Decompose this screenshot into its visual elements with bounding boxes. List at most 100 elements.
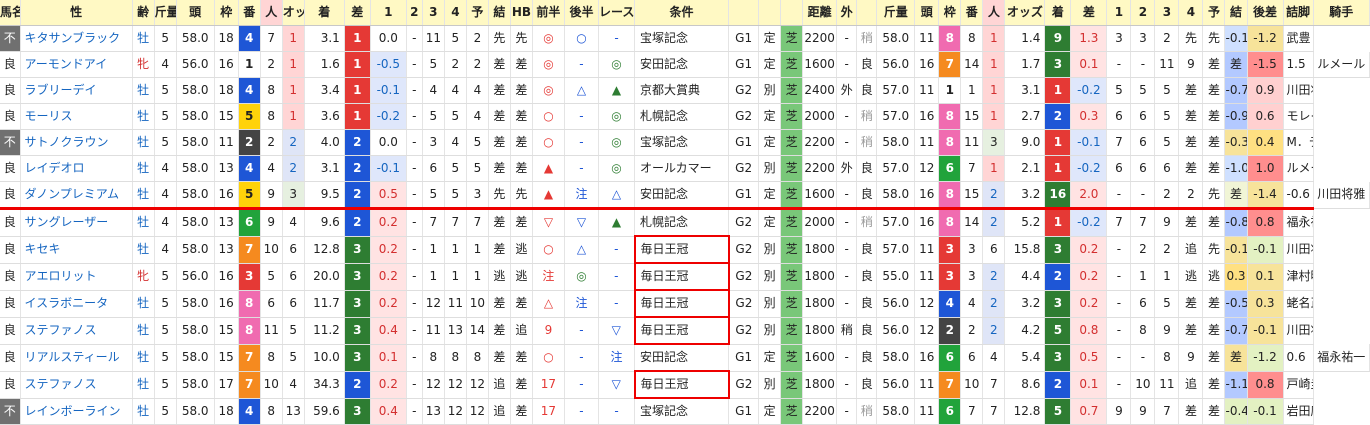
column-header[interactable]: 着 — [304, 0, 345, 26]
column-header[interactable]: 頭 — [914, 0, 940, 26]
cell[interactable]: サングレーザー — [20, 207, 133, 237]
column-header[interactable]: 2 — [406, 0, 423, 26]
cell: 1600 — [802, 181, 838, 209]
column-header[interactable]: 前半 — [532, 0, 565, 26]
column-header[interactable]: 騎手 — [1313, 0, 1370, 26]
cell: 芝 — [780, 207, 804, 237]
cell: 15 — [214, 103, 239, 130]
cell: - — [598, 398, 636, 425]
column-header[interactable]: 馬名 — [0, 0, 21, 26]
cell: 4 — [238, 77, 261, 104]
cell: 良 — [856, 51, 878, 78]
table-row[interactable]: 良ダノンプレミアム牡 4 58.0 16 5 9 3 9.5 2 0.5-5 5 3 先先 ▲ 注 △ 安田記念… — [0, 181, 1370, 209]
cell: 8 — [238, 290, 261, 318]
cell: ▽ — [564, 207, 599, 237]
cell: 2 — [466, 51, 489, 78]
table-row[interactable]: 良サングレーザー牡 4 58.0 13 6 9 4 9.6 2 0.2-7 7 7 差差 ▽ ▽ ▲ 札幌記念 G… — [0, 207, 1370, 237]
cell: 11 — [914, 25, 940, 52]
cell[interactable]: レインボーライン — [20, 398, 133, 425]
cell[interactable]: レイデオロ — [20, 155, 133, 182]
cell: 良 — [0, 155, 21, 182]
column-header[interactable]: 斤量 — [154, 0, 177, 26]
column-header[interactable]: 距離 — [802, 0, 838, 26]
cell[interactable]: キタサンブラック — [20, 25, 133, 52]
cell: 毎日王冠 — [633, 289, 730, 318]
cell: - — [564, 129, 599, 156]
table-row[interactable]: 不キタサンブラック牡 5 58.0 18 4 7 1 3.1 1 0.0-11 5 2 先先 ◎ ○ - 宝塚記… — [0, 25, 1370, 52]
column-header[interactable]: HB — [510, 0, 533, 26]
table-row[interactable]: 良モーリス牡 5 58.0 15 5 8 1 3.6 1 -0.2-5 5 4 差差 ○ - ◎ 札幌記念 G2 定… — [0, 103, 1370, 130]
column-header[interactable]: 枠 — [214, 0, 239, 26]
column-header[interactable]: 差 — [1070, 0, 1108, 26]
column-header[interactable]: 性 — [20, 0, 133, 26]
column-header[interactable] — [728, 0, 760, 26]
table-row[interactable]: 良レイデオロ牡 4 58.0 13 4 4 2 3.1 2 -0.1-6 5 5 差差 ▲ - ◎ オールカマー… — [0, 155, 1370, 182]
table-row[interactable]: 良イスラボニータ牡 5 58.0 16 8 6 6 11.7 3 0.2-12 11 10 差差 △ 注 - 毎… — [0, 289, 1370, 318]
column-header[interactable]: 枠 — [938, 0, 962, 26]
column-header[interactable]: 3 — [1154, 0, 1180, 26]
cell: - — [1130, 51, 1156, 78]
column-header[interactable]: 結 — [1224, 0, 1248, 26]
column-header[interactable]: 予 — [466, 0, 489, 26]
column-header[interactable]: 齢 — [132, 0, 155, 26]
column-header[interactable]: 2 — [1130, 0, 1156, 26]
column-header[interactable]: 4 — [1178, 0, 1204, 26]
cell[interactable]: モーリス — [20, 103, 133, 130]
cell[interactable]: ラブリーデイ — [20, 77, 133, 104]
cell: 川田将雅 — [1283, 236, 1314, 264]
cell[interactable]: リアルスティール — [20, 344, 133, 372]
column-header[interactable]: 斤量 — [876, 0, 916, 26]
column-header[interactable]: 4 — [444, 0, 467, 26]
column-header[interactable]: 着 — [1044, 0, 1072, 26]
column-header[interactable]: 1 — [1106, 0, 1132, 26]
column-header[interactable]: 3 — [422, 0, 445, 26]
column-header[interactable]: 条件 — [634, 0, 730, 26]
table-row[interactable]: 良アーモンドアイ牝 4 56.0 16 1 2 1 1.6 1 -0.5-5 2 2 差差 ◎ - ◎ 安田記念… — [0, 51, 1370, 78]
column-header[interactable]: オッズ — [282, 0, 305, 26]
cell[interactable]: アエロリット — [20, 263, 133, 291]
table-row[interactable]: 不レインボーライン牡 5 58.0 18 4 8 13 59.6 3 0.4-13 12 12 追差 17… — [0, 398, 1370, 425]
table-row[interactable]: 良リアルスティール牡 5 58.0 15 7 8 5 10.0 3 0.1-8 8 8 差差 ○ - 注安田記… — [0, 344, 1370, 372]
column-header[interactable]: オッズ — [1004, 0, 1046, 26]
cell: G2 — [728, 290, 760, 318]
column-header[interactable]: 人 — [260, 0, 283, 26]
cell: 17 — [532, 398, 565, 425]
column-header[interactable]: 1 — [370, 0, 407, 26]
column-header[interactable]: 後差 — [1247, 0, 1284, 26]
column-header[interactable] — [758, 0, 782, 26]
table-row[interactable]: 良ラブリーデイ牡 5 58.0 18 4 8 1 3.4 1 -0.1-4 4 4 差差 ◎ △ ▲ 京都大賞典… — [0, 77, 1370, 104]
column-header[interactable] — [780, 0, 804, 26]
cell[interactable]: イスラボニータ — [20, 290, 133, 318]
cell: -0.2 — [1070, 155, 1108, 182]
column-header[interactable]: 差 — [344, 0, 371, 26]
column-header[interactable]: 後半 — [564, 0, 599, 26]
cell: 5 — [444, 103, 467, 130]
column-header[interactable]: 番 — [960, 0, 984, 26]
table-row[interactable]: 良アエロリット牝 5 56.0 16 3 5 6 20.0 3 0.2-1 1 1 逃逃注 ◎ - 毎日王冠 G… — [0, 262, 1370, 291]
cell[interactable]: サトノクラウン — [20, 129, 133, 156]
cell[interactable]: ダノンプレミアム — [20, 181, 133, 209]
column-header[interactable]: 予 — [1202, 0, 1226, 26]
table-row[interactable]: 良キセキ牡 4 58.0 13 7 10 6 12.8 3 0.2-1 1 1 差逃 ○ △ - 毎日王冠 G2 別… — [0, 235, 1370, 264]
cell[interactable]: ステファノス — [20, 317, 133, 345]
column-header[interactable]: 外 — [836, 0, 858, 26]
cell[interactable]: キセキ — [20, 236, 133, 264]
column-header[interactable]: 詰脚 — [1283, 0, 1314, 26]
cell: 58.0 — [176, 77, 215, 104]
cell: -1.4 — [1247, 181, 1284, 209]
cell[interactable]: ステファノス — [20, 371, 133, 399]
column-header[interactable] — [856, 0, 878, 26]
column-header[interactable]: レース名 — [598, 0, 636, 26]
column-header[interactable]: 番 — [238, 0, 261, 26]
table-row[interactable]: 良ステファノス牡 5 58.0 15 8 11 5 11.2 3 0.4-11 13 14 差追 9- ▽ 毎… — [0, 316, 1370, 345]
cell: 逃 — [1178, 263, 1204, 291]
column-header[interactable]: 頭 — [176, 0, 215, 26]
table-row[interactable]: 不サトノクラウン牡 5 58.0 11 2 2 2 4.0 2 0.0-3 4 5 差差 ○ - ◎ 宝塚記念 G… — [0, 129, 1370, 156]
column-header[interactable]: 人 — [982, 0, 1006, 26]
cell[interactable]: アーモンドアイ — [20, 51, 133, 78]
cell: ▽ — [598, 371, 636, 399]
column-header[interactable]: 結 — [488, 0, 511, 26]
cell: -0.8 — [1224, 207, 1248, 237]
cell: 57.0 — [876, 77, 916, 104]
table-row[interactable]: 良ステファノス牡 5 58.0 17 7 10 4 34.3 2 0.2-12 12 12 追差 17- ▽… — [0, 370, 1370, 399]
